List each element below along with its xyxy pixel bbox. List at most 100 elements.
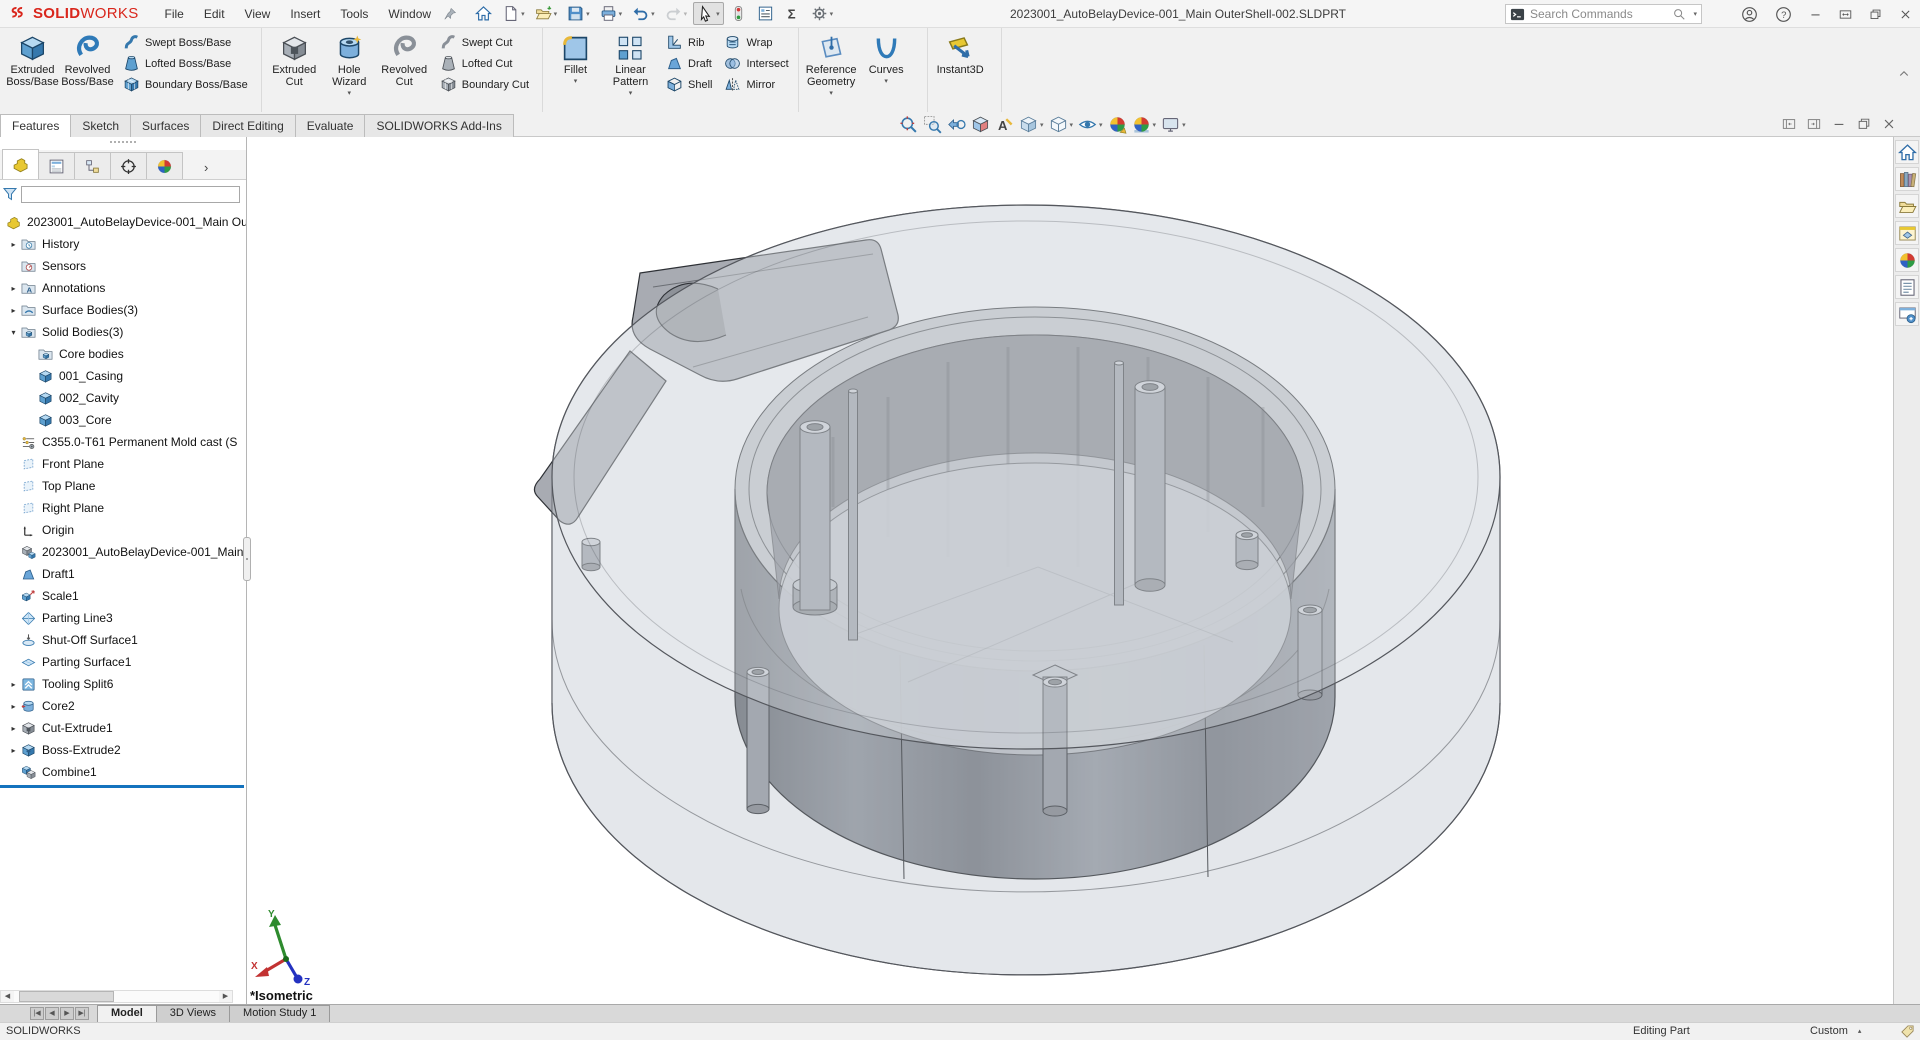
window-restore-icon[interactable] [1869, 8, 1882, 21]
collapse-pane-left-button[interactable] [1782, 117, 1796, 131]
window-close-icon[interactable] [1899, 8, 1912, 21]
tree-expand-icon[interactable]: ▸ [6, 680, 21, 689]
tree-item[interactable]: Combine1 [0, 761, 246, 783]
search-commands-box[interactable]: Search Commands ▾ [1505, 4, 1702, 24]
tree-expand-icon[interactable]: ▸ [6, 306, 21, 315]
ribbon-button[interactable]: Extruded Cut ▾ [267, 30, 322, 110]
tree-item[interactable]: Shut-Off Surface1 [0, 629, 246, 651]
ribbon-button[interactable]: Revolved Boss/Base ▾ [60, 30, 115, 110]
undo-button[interactable]: ▾ [628, 2, 659, 25]
ribbon-button[interactable]: Boundary Cut [436, 74, 533, 95]
scroll-left-icon[interactable]: ◀ [1, 991, 14, 1002]
ribbon-button[interactable]: Instant3D ▾ [933, 30, 988, 110]
search-icon[interactable] [1672, 7, 1686, 21]
propertymanager-tab[interactable] [38, 152, 75, 179]
section-view-button[interactable]: ▾ [970, 114, 991, 135]
tree-item[interactable]: 2023001_AutoBelayDevice-001_Main [0, 541, 246, 563]
tree-filter-input[interactable] [21, 186, 240, 203]
ribbon-button[interactable]: Boundary Boss/Base [119, 74, 252, 95]
dropdown-caret-icon[interactable]: ▾ [1070, 121, 1074, 129]
scroll-prev-button[interactable]: ◀ [45, 1007, 59, 1020]
ribbon-button[interactable]: Hole Wizard ▾ [322, 30, 377, 110]
dimxpertmanager-tab[interactable] [110, 152, 147, 179]
tree-item[interactable]: ▸ Boss-Extrude2 [0, 739, 246, 761]
apply-scene-button[interactable]: ▾ [1131, 114, 1158, 135]
window-span-displays-icon[interactable] [1839, 8, 1852, 21]
dropdown-caret-icon[interactable]: ▾ [884, 77, 888, 85]
tree-item[interactable]: ▸ A Annotations [0, 277, 246, 299]
dropdown-caret-icon[interactable]: ▾ [586, 10, 590, 18]
scroll-first-button[interactable]: |◀ [30, 1007, 44, 1020]
tree-expand-icon[interactable]: ▸ [6, 240, 21, 249]
equations-button[interactable]: Σ ▾ [780, 2, 805, 25]
tree-item[interactable]: Right Plane [0, 497, 246, 519]
tree-item[interactable]: 001_Casing [0, 365, 246, 387]
scroll-right-icon[interactable]: ▶ [219, 991, 232, 1002]
ribbon-button[interactable]: Swept Boss/Base [119, 32, 252, 53]
dropdown-caret-icon[interactable]: ▾ [830, 10, 834, 18]
collapse-ribbon-icon[interactable] [1898, 68, 1910, 80]
ribbon-button[interactable]: Linear Pattern ▾ [603, 30, 658, 110]
ribbon-tab[interactable]: Direct Editing [200, 114, 295, 137]
ribbon-tab[interactable]: Evaluate [295, 114, 366, 137]
ribbon-button[interactable]: Curves ▾ [859, 30, 914, 110]
user-profile-icon[interactable] [1741, 6, 1758, 23]
tree-item[interactable]: Parting Line3 [0, 607, 246, 629]
units-selector[interactable]: Custom ▴ [1810, 1025, 1861, 1037]
model-view-tab[interactable]: 3D Views [156, 1005, 230, 1022]
dropdown-caret-icon[interactable]: ▾ [716, 10, 720, 18]
ribbon-button[interactable]: Fillet ▾ [548, 30, 603, 110]
dropdown-caret-icon[interactable]: ▾ [829, 89, 833, 97]
solidworks-resources-tab[interactable] [1895, 140, 1919, 164]
dropdown-caret-icon[interactable]: ▾ [574, 77, 578, 85]
tree-item[interactable]: ▸ History [0, 233, 246, 255]
dropdown-caret-icon[interactable]: ▾ [684, 10, 688, 18]
ribbon-button[interactable]: Lofted Cut [436, 53, 533, 74]
menu-item[interactable]: Insert [280, 0, 330, 28]
scrollbar-thumb[interactable] [19, 991, 114, 1002]
ribbon-button[interactable]: Lofted Boss/Base [119, 53, 252, 74]
redo-button[interactable]: ▾ [661, 2, 692, 25]
view-settings-button[interactable]: ▾ [1160, 114, 1187, 135]
edit-appearance-button[interactable]: ▾ [1107, 114, 1128, 135]
dropdown-caret-icon[interactable]: ▾ [651, 10, 655, 18]
design-library-tab[interactable] [1895, 167, 1919, 191]
search-dropdown-caret-icon[interactable]: ▾ [1693, 10, 1697, 18]
doc-restore-button[interactable] [1857, 117, 1871, 131]
scroll-last-button[interactable]: ▶| [75, 1007, 89, 1020]
window-minimize-icon[interactable] [1809, 8, 1822, 21]
view-palette-tab[interactable] [1895, 221, 1919, 245]
ribbon-button[interactable]: Rib [662, 32, 716, 53]
home-button[interactable]: ▾ [471, 2, 496, 25]
ribbon-button[interactable]: Intersect [720, 53, 792, 74]
solidworks-forum-tab[interactable] [1895, 302, 1919, 326]
open-button[interactable]: ▾ [531, 2, 562, 25]
tag-icon[interactable] [1900, 1024, 1915, 1039]
tree-item[interactable]: C355.0-T61 Permanent Mold cast (S [0, 431, 246, 453]
dropdown-caret-icon[interactable]: ▾ [347, 89, 351, 97]
help-icon[interactable]: ? [1775, 6, 1792, 23]
tree-horizontal-scrollbar[interactable]: ◀ ▶ [0, 990, 233, 1003]
dropdown-caret-icon[interactable]: ▾ [554, 10, 558, 18]
tree-item[interactable]: 2023001_AutoBelayDevice-001_Main Out [0, 211, 246, 233]
featuremanager-tab[interactable] [2, 149, 39, 179]
dropdown-caret-icon[interactable]: ▾ [521, 10, 525, 18]
displaymanager-tab[interactable] [146, 152, 183, 179]
tree-item[interactable]: 002_Cavity [0, 387, 246, 409]
annotation-views-button[interactable]: A ▾ [994, 114, 1015, 135]
dropdown-caret-icon[interactable]: ▾ [1153, 121, 1157, 129]
options-button[interactable]: ▾ [807, 2, 838, 25]
ribbon-button[interactable]: Swept Cut [436, 32, 533, 53]
ribbon-tab[interactable]: SOLIDWORKS Add-Ins [364, 114, 513, 137]
tree-expand-icon[interactable]: ▸ [6, 724, 21, 733]
rebuild-button[interactable]: ▾ [726, 2, 751, 25]
ribbon-tab[interactable]: Surfaces [130, 114, 201, 137]
panel-expand-icon[interactable]: › [204, 163, 208, 173]
tree-item[interactable]: ▸ Core2 [0, 695, 246, 717]
save-button[interactable]: ▾ [563, 2, 594, 25]
menu-item[interactable]: View [235, 0, 281, 28]
ribbon-tab[interactable]: Sketch [70, 114, 131, 137]
tree-item[interactable]: Top Plane [0, 475, 246, 497]
tree-item[interactable]: ▸ Tooling Split6 [0, 673, 246, 695]
zoom-to-fit-button[interactable]: ▾ [898, 114, 919, 135]
